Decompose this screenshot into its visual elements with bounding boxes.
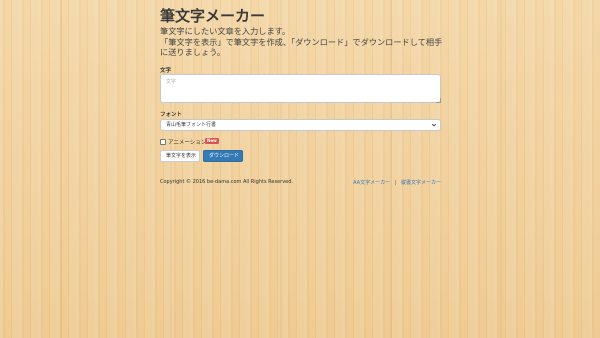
animation-label[interactable]: アニメーション: [168, 138, 206, 146]
animation-checkbox[interactable]: [160, 139, 166, 145]
footer-links: AA文字メーカー | 縦書文字メーカー: [353, 179, 441, 186]
intro-line-1: 筆文字にしたい文章を入力します。: [160, 26, 291, 36]
show-fude-button[interactable]: 筆文字を表示: [160, 150, 200, 162]
footer-separator: |: [394, 180, 397, 186]
resize-grip-icon[interactable]: [436, 98, 441, 103]
intro-text: 筆文字にしたい文章を入力します。 「筆文字を表示」で筆文字を作成、「ダウンロード…: [160, 26, 445, 58]
font-field-label: フォント: [160, 112, 183, 118]
download-button[interactable]: ダウンロード: [203, 150, 243, 162]
chevron-down-icon: [431, 123, 437, 127]
new-badge: New: [205, 137, 219, 144]
footer-link-aa-maker[interactable]: AA文字メーカー: [353, 180, 390, 186]
footer-link-tategaki-maker[interactable]: 縦書文字メーカー: [401, 180, 441, 186]
text-input[interactable]: [160, 74, 441, 103]
text-field-label: 文字: [160, 68, 172, 74]
intro-line-2: 「筆文字を表示」で筆文字を作成、「ダウンロード」でダウンロードして相手: [160, 36, 443, 47]
page-title: 筆文字メーカー: [160, 7, 266, 25]
copyright-text: Copyright © 2016 be-dama.com All Rights …: [160, 179, 294, 185]
intro-line-3: に送りましょう。: [160, 47, 226, 57]
font-selected-value: 青山毛筆フォント行書: [166, 122, 217, 128]
font-select[interactable]: 青山毛筆フォント行書: [160, 119, 441, 131]
